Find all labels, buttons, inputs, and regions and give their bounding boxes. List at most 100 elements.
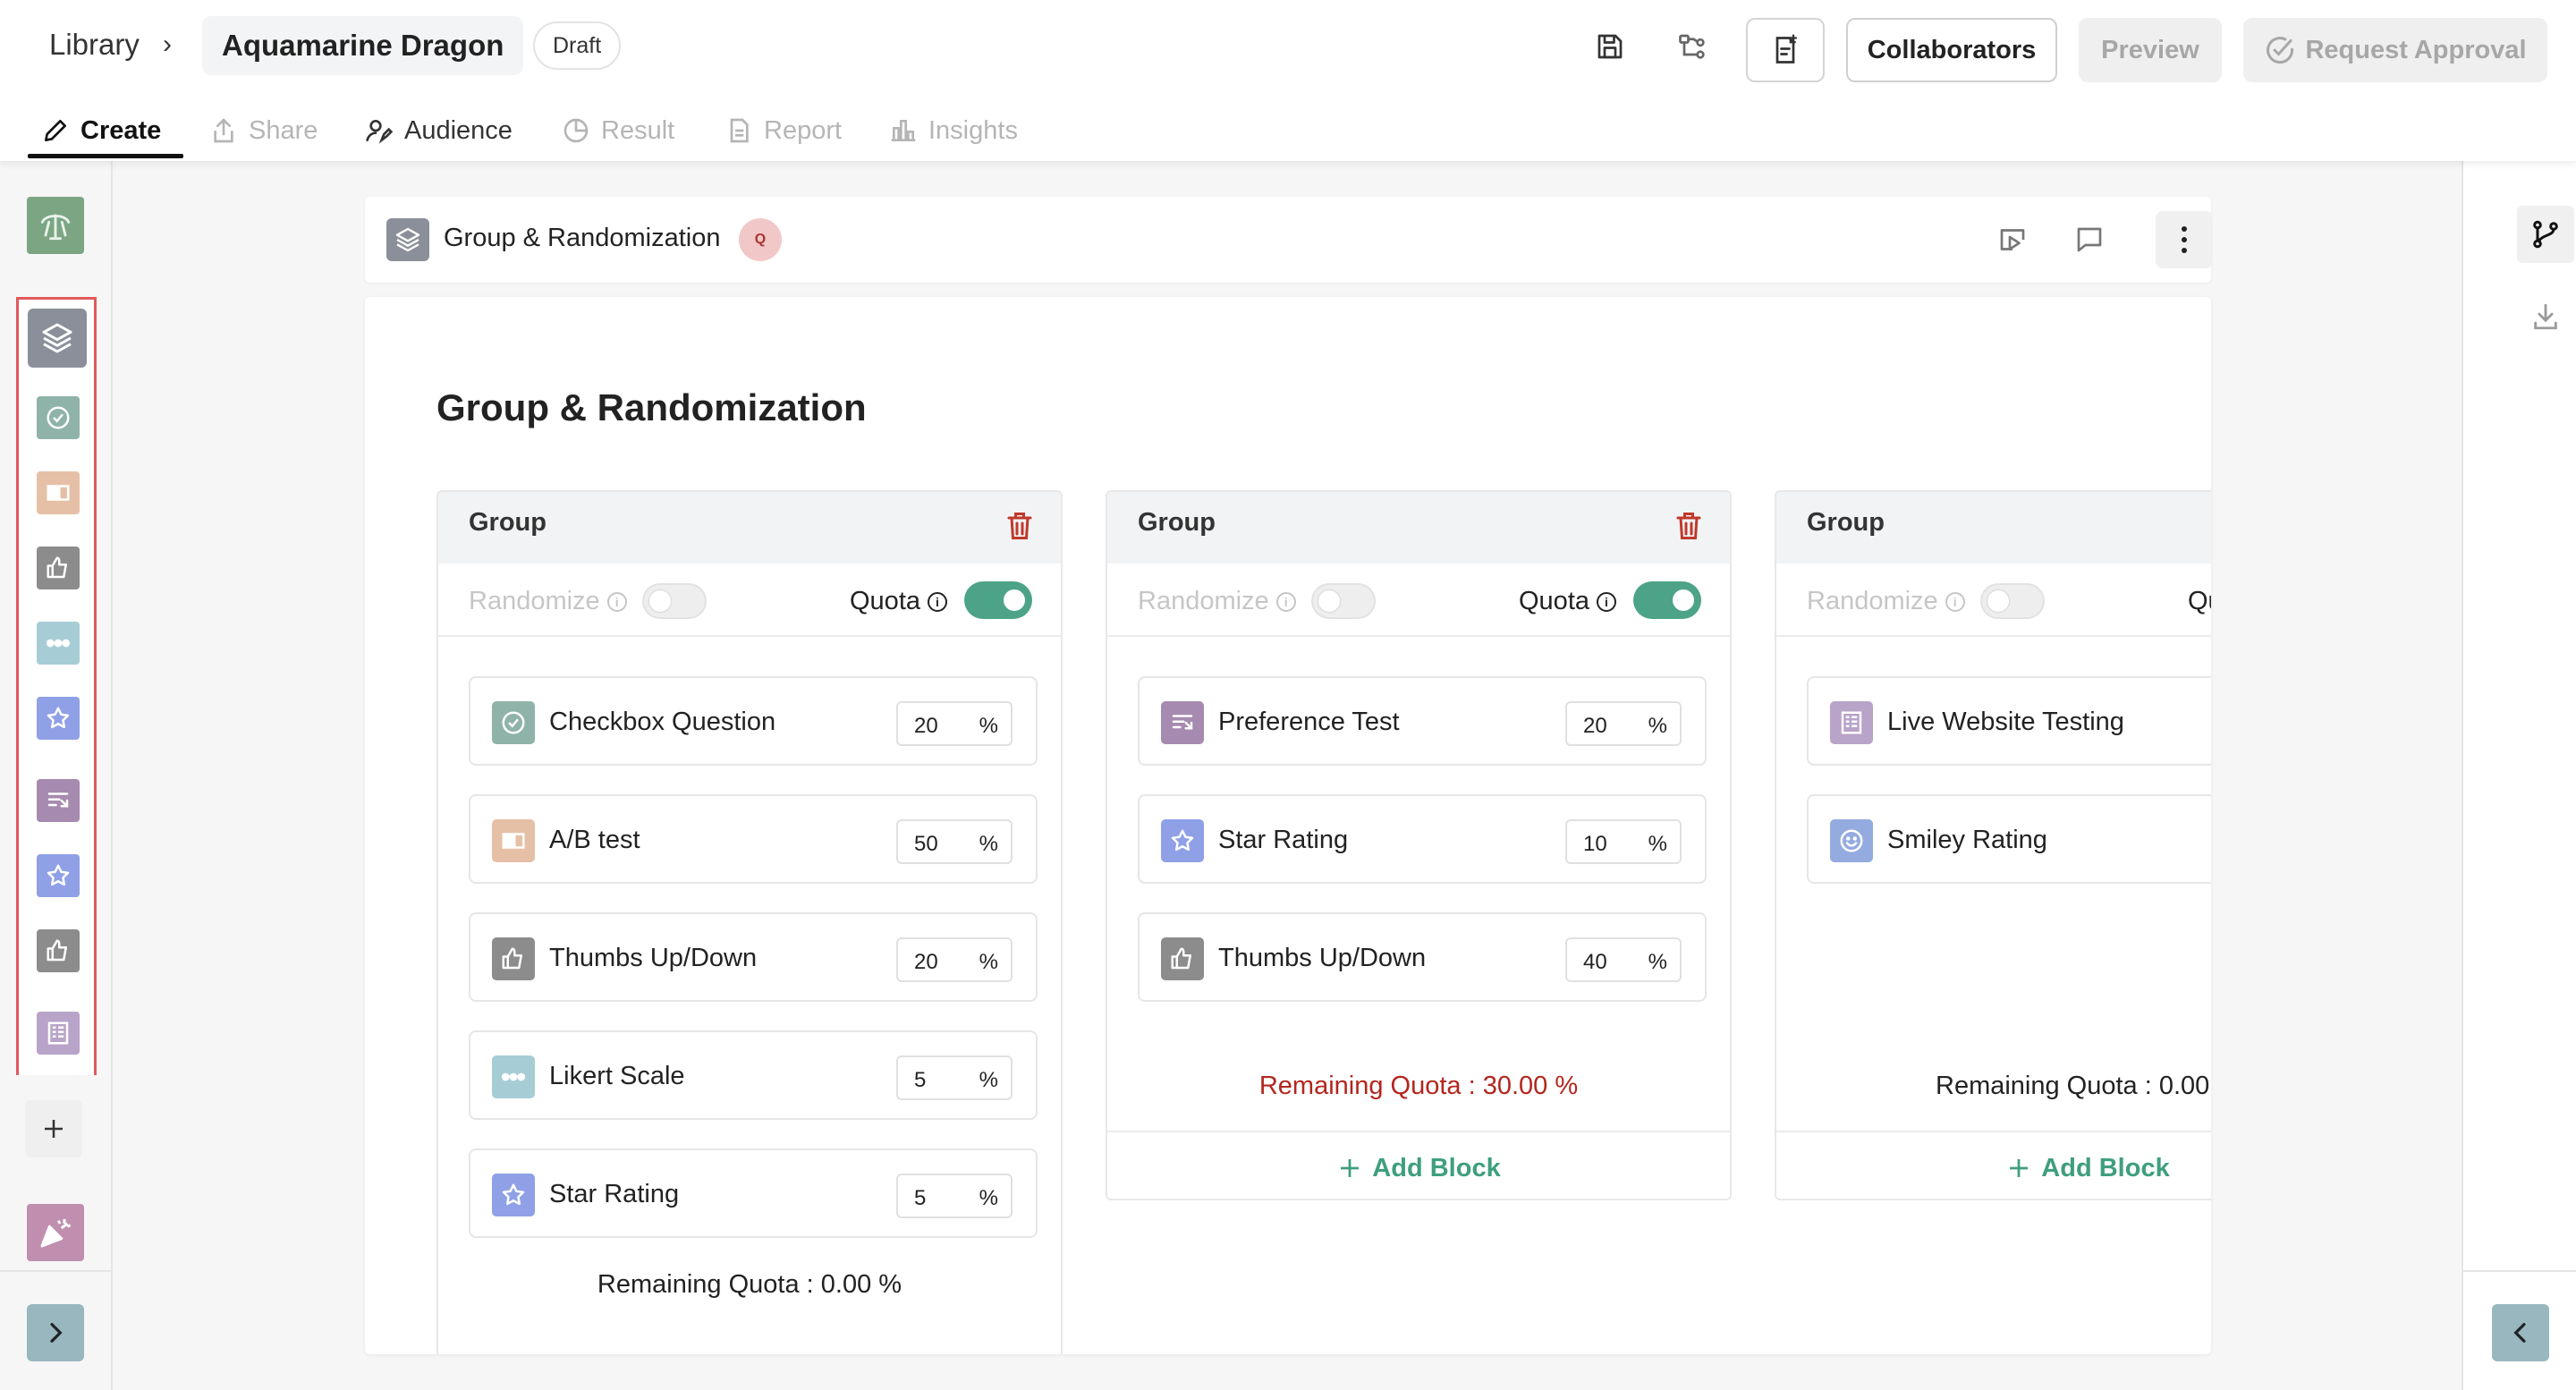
item-name: Smiley Rating [1887,826,2047,854]
tab-result-label: Result [601,115,675,145]
randomize-toggle[interactable] [1311,583,1376,619]
add-block-button[interactable]: Add Block [1776,1132,2211,1199]
group-item[interactable]: Smiley Rating [1807,794,2211,884]
group-item[interactable]: Star Rating 5% [469,1148,1038,1238]
download-icon[interactable] [2524,295,2567,338]
right-rail-divider [2463,1270,2576,1272]
ab-test-icon [492,819,535,862]
group-item[interactable]: Checkbox Question 20% [469,676,1038,766]
add-block-rail-button[interactable] [25,1100,82,1157]
tab-create-label: Create [80,115,162,145]
rail-item-preference-icon[interactable] [37,779,80,822]
quota-input[interactable]: 10% [1565,819,1682,864]
quota-input[interactable]: 40% [1565,937,1682,982]
preview-play-icon[interactable] [1991,218,2034,261]
quota-input[interactable]: 5% [896,1055,1013,1100]
rail-item-checkbox-icon[interactable] [37,396,80,439]
group-header: Group [1107,492,1730,564]
tab-create[interactable]: Create [41,113,161,148]
group-name: Group [1138,508,1216,537]
group-item[interactable]: Live Website Testing [1807,676,2211,766]
rail-item-star-icon[interactable] [37,697,80,740]
quota-toggle[interactable] [1633,581,1701,619]
right-rail [2462,161,2576,1390]
breadcrumb-library[interactable]: Library [49,28,140,62]
rail-item-website-test-icon[interactable] [37,1012,80,1055]
quota-unit: % [979,832,998,856]
item-name: Thumbs Up/Down [549,944,758,972]
group-item[interactable]: Likert Scale 5% [469,1030,1038,1120]
quota-input[interactable]: 5% [896,1174,1013,1218]
bar-chart-icon [889,116,918,145]
party-popper-icon[interactable] [27,1204,84,1261]
quota-input[interactable]: 20% [896,937,1013,982]
item-name: Star Rating [549,1180,680,1208]
rail-item-likert-icon[interactable] [37,622,80,665]
tab-report-label: Report [764,115,843,145]
info-icon: i [606,591,627,612]
trash-icon[interactable] [1667,504,1710,547]
item-name: Preference Test [1218,708,1400,736]
item-name: Live Website Testing [1887,708,2124,736]
pencil-icon [41,116,70,145]
group-item[interactable]: Thumbs Up/Down 40% [1138,912,1707,1002]
rail-item-star-icon-2[interactable] [37,854,80,897]
check-circle-icon [2264,34,2296,66]
trash-icon[interactable] [998,504,1041,547]
rail-item-ab-test-icon[interactable] [37,471,80,514]
group-name: Group [1807,508,1885,537]
expand-sidebar-button[interactable] [27,1304,84,1361]
quota-input[interactable]: 20% [896,701,1013,746]
collapse-panel-button[interactable] [2492,1304,2549,1361]
app-logo[interactable] [27,197,84,254]
request-approval-label: Request Approval [2305,35,2527,64]
flow-icon[interactable] [1671,25,1714,68]
website-test-icon [1830,701,1873,744]
branch-logic-button[interactable] [2517,206,2574,263]
add-note-button[interactable] [1746,18,1825,82]
tab-audience[interactable]: Audience [365,113,513,148]
quota-value: 50 [914,832,938,856]
preview-button[interactable]: Preview [2079,18,2222,82]
group-footer: Add Block [1107,1131,1730,1199]
group-randomization-card: Group & Randomization Group Randomize i Q… [365,297,2211,1354]
randomize-toggle[interactable] [642,583,707,619]
tab-insights[interactable]: Insights [889,113,1018,148]
randomize-label: Randomize i [1138,587,1296,616]
collaborators-button[interactable]: Collaborators [1846,18,2057,82]
tab-share[interactable]: Share [209,113,318,148]
smiley-icon [1830,819,1873,862]
tab-share-label: Share [249,115,318,145]
group-item[interactable]: Preference Test 20% [1138,676,1707,766]
block-list [16,297,97,1075]
more-options-button[interactable] [2156,211,2213,268]
tab-report[interactable]: Report [724,113,842,148]
group-item[interactable]: Star Rating 10% [1138,794,1707,884]
status-badge: Draft [533,21,622,70]
rail-item-thumbs-up-icon-2[interactable] [37,929,80,972]
quota-value: 5 [914,1186,927,1210]
comment-icon[interactable] [2068,218,2111,261]
quota-input[interactable]: 20% [1565,701,1682,746]
quota-input[interactable]: 50% [896,819,1013,864]
group-item[interactable]: A/B test 50% [469,794,1038,884]
group-item[interactable]: Thumbs Up/Down 20% [469,912,1038,1002]
project-title[interactable]: Aquamarine Dragon [202,16,524,75]
save-icon[interactable] [1589,25,1631,68]
rail-item-group-randomization[interactable] [28,309,87,368]
quota-unit: % [1648,832,1667,856]
request-approval-button[interactable]: Request Approval [2243,18,2547,82]
quota-toggle[interactable] [964,581,1032,619]
pie-chart-icon [562,116,590,145]
quota-unit: % [979,1186,998,1210]
tab-result[interactable]: Result [562,113,674,148]
star-icon [1161,819,1204,862]
item-name: A/B test [549,826,640,854]
item-name: Star Rating [1218,826,1349,854]
randomize-toggle[interactable] [1980,583,2045,619]
add-block-button[interactable]: Add Block [1107,1132,1730,1199]
group-controls: Randomize i Quota i [438,564,1061,637]
add-block-label: Add Block [1372,1153,1501,1182]
rail-item-thumbs-up-icon[interactable] [37,547,80,589]
group-card: Group Randomize i Quota i Preference Test … [1106,490,1732,1200]
